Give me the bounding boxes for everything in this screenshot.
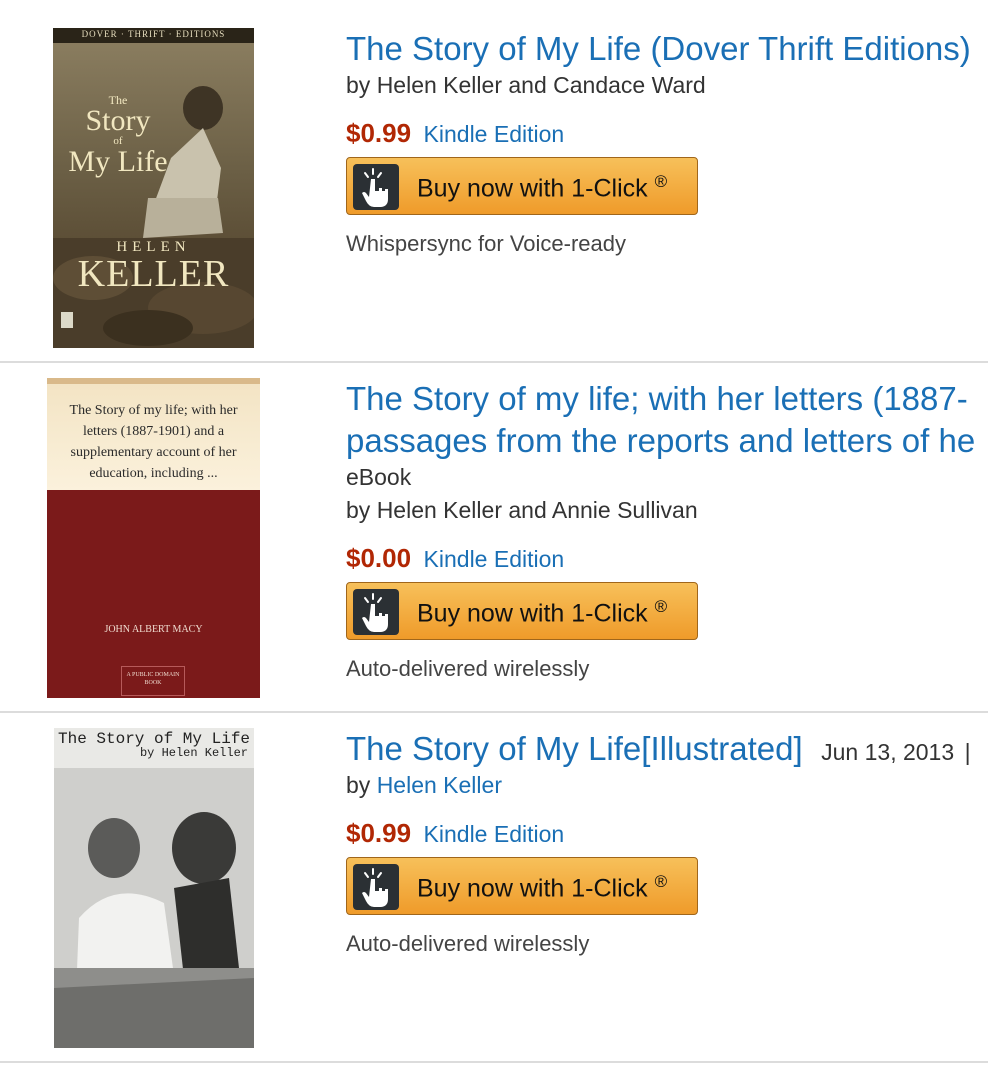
result-title-link[interactable]: The Story of My Life (Dover Thrift Editi… [346,28,988,70]
search-result: The Story of My Life by Helen Keller The… [0,713,988,1063]
pointing-hand-icon [353,864,399,910]
price-row: $0.00 Kindle Edition [346,541,988,580]
buy-button-label: Buy now with 1-Click ® [417,597,668,628]
format-link[interactable]: Kindle Edition [424,821,565,847]
format-link[interactable]: Kindle Edition [424,121,565,147]
cover-illustration [53,28,254,348]
pointing-hand-icon [353,164,399,210]
price: $0.00 [346,543,412,573]
author-names: Helen Keller and Annie Sullivan [376,497,698,523]
media-type: eBook [346,464,412,490]
cover-badge: A PUBLIC DOMAIN BOOK [121,666,185,696]
buy-now-one-click-button[interactable]: Buy now with 1-Click ® [346,857,698,915]
buy-now-one-click-button[interactable]: Buy now with 1-Click ® [346,582,698,640]
result-info: The Story of My Life[Illustrated] Jun 13… [346,728,988,959]
result-info: The Story of my life; with her letters (… [346,378,988,684]
search-result: The Story of my life; with her letters (… [0,363,988,713]
result-byline: by Helen Keller and Candace Ward [346,72,706,98]
price-row: $0.99 Kindle Edition [346,816,988,855]
result-byline: by Helen Keller [346,772,502,798]
book-cover[interactable]: The Story of my life; with her letters (… [47,378,260,698]
cover-series-banner: DOVER · THRIFT · EDITIONS [81,29,226,39]
book-cover[interactable]: DOVER · THRIFT · EDITIONS The Story of M… [53,28,254,348]
cover-author: JOHN ALBERT MACY [104,624,203,635]
book-cover[interactable]: The Story of My Life by Helen Keller [54,728,254,1048]
result-title-link[interactable]: The Story of My Life[Illustrated] [346,730,803,767]
publication-date: Jun 13, 2013 [821,739,955,765]
result-info: The Story of My Life (Dover Thrift Editi… [346,28,988,259]
price-row: $0.99 Kindle Edition [346,116,988,155]
search-result: DOVER · THRIFT · EDITIONS The Story of M… [0,0,988,362]
date-separator: | [964,739,971,765]
cover-title: The Story of My Life [68,93,168,178]
cover-description: The Story of my life; with her letters (… [69,403,238,481]
price: $0.99 [346,118,412,148]
title-row: The Story of My Life[Illustrated] Jun 13… [346,728,988,770]
result-title-link[interactable]: The Story of my life; with her letters (… [346,378,988,462]
format-link[interactable]: Kindle Edition [424,546,565,572]
delivery-note: Auto-delivered wirelessly [346,931,590,956]
author-link[interactable]: Helen Keller [377,772,502,798]
result-divider [0,1061,988,1063]
cover-author: HELEN KELLER [77,239,230,295]
price: $0.99 [346,818,412,848]
delivery-note: Whispersync for Voice-ready [346,231,626,256]
buy-button-label: Buy now with 1-Click ® [417,872,668,903]
author-names: Helen Keller and Candace Ward [376,72,706,98]
cover-byline: by Helen Keller [139,746,248,760]
result-byline: by Helen Keller and Annie Sullivan [346,497,698,523]
cover-illustration [54,768,254,1048]
buy-now-one-click-button[interactable]: Buy now with 1-Click ® [346,157,698,215]
buy-button-label: Buy now with 1-Click ® [417,172,668,203]
pointing-hand-icon [353,589,399,635]
delivery-note: Auto-delivered wirelessly [346,656,590,681]
